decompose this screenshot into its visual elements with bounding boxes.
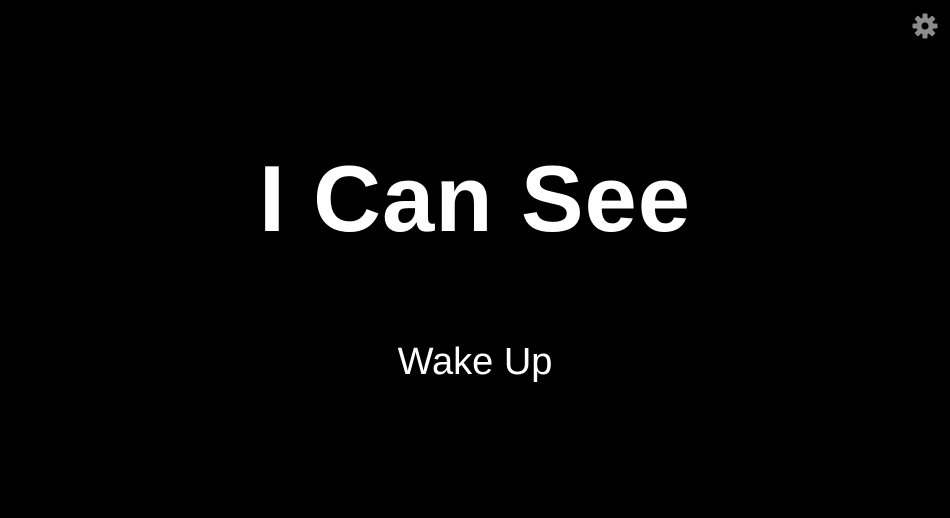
title-screen: I Can See Wake Up bbox=[0, 0, 950, 518]
gear-icon bbox=[911, 12, 939, 40]
settings-button[interactable] bbox=[909, 10, 941, 42]
wake-up-button[interactable]: Wake Up bbox=[375, 338, 575, 386]
game-title: I Can See bbox=[258, 146, 692, 251]
